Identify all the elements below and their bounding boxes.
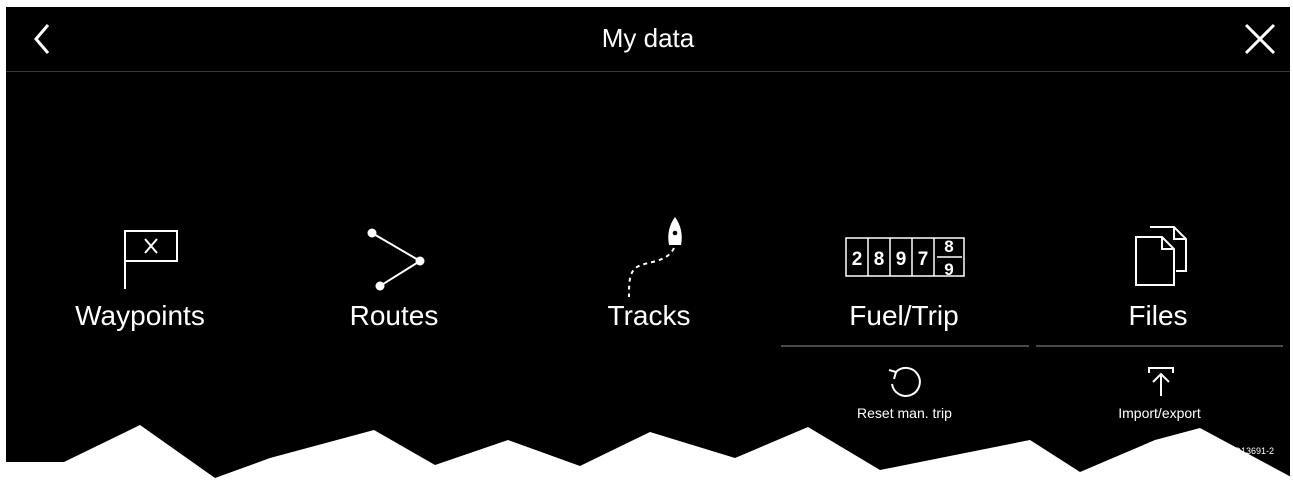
- tile-label: Waypoints: [75, 300, 205, 331]
- sub-action-label: Import/export: [1118, 405, 1201, 421]
- tile-fuel-trip[interactable]: 2 8 9 7 8 9 Fuel/Trip: [784, 207, 1024, 342]
- header-bar: My data: [6, 7, 1290, 72]
- odometer-digit: 8: [874, 249, 885, 270]
- tile-label: Files: [1128, 300, 1188, 331]
- tile-tracks[interactable]: Tracks: [529, 207, 769, 342]
- my-data-screen: My data Waypoints Routes Tracks 2 8 9 7 …: [6, 7, 1290, 498]
- reset-man-trip-button[interactable]: Reset man. trip: [781, 362, 1028, 432]
- page-title: My data: [601, 23, 695, 53]
- route-icon: [367, 228, 425, 291]
- upload-icon: [1148, 367, 1174, 396]
- figure-reference: D13691-2: [1234, 446, 1274, 456]
- odometer-digit: 7: [918, 249, 929, 270]
- tile-files[interactable]: Files: [1038, 207, 1278, 342]
- files-icon: [1135, 226, 1187, 286]
- waypoint-flag-icon: [124, 230, 178, 289]
- odometer-icon: 2 8 9 7 8 9: [845, 237, 965, 279]
- track-boat-icon: [628, 217, 682, 298]
- reset-icon: [888, 366, 921, 397]
- tile-label: Fuel/Trip: [849, 300, 959, 331]
- import-export-button[interactable]: Import/export: [1036, 362, 1283, 432]
- close-button[interactable]: [1242, 21, 1278, 57]
- close-icon: [1244, 23, 1276, 55]
- odometer-roll-digit: 8: [944, 237, 953, 256]
- tile-label: Routes: [349, 300, 439, 331]
- odometer-digit: 2: [852, 249, 863, 270]
- divider: [1036, 345, 1283, 347]
- tile-routes[interactable]: Routes: [274, 207, 514, 342]
- sub-action-label: Reset man. trip: [857, 405, 952, 421]
- divider: [781, 345, 1029, 347]
- odometer-roll-digit: 9: [944, 260, 953, 279]
- odometer-digit: 9: [896, 249, 907, 270]
- tile-waypoints[interactable]: Waypoints: [20, 207, 260, 342]
- tile-label: Tracks: [607, 300, 691, 331]
